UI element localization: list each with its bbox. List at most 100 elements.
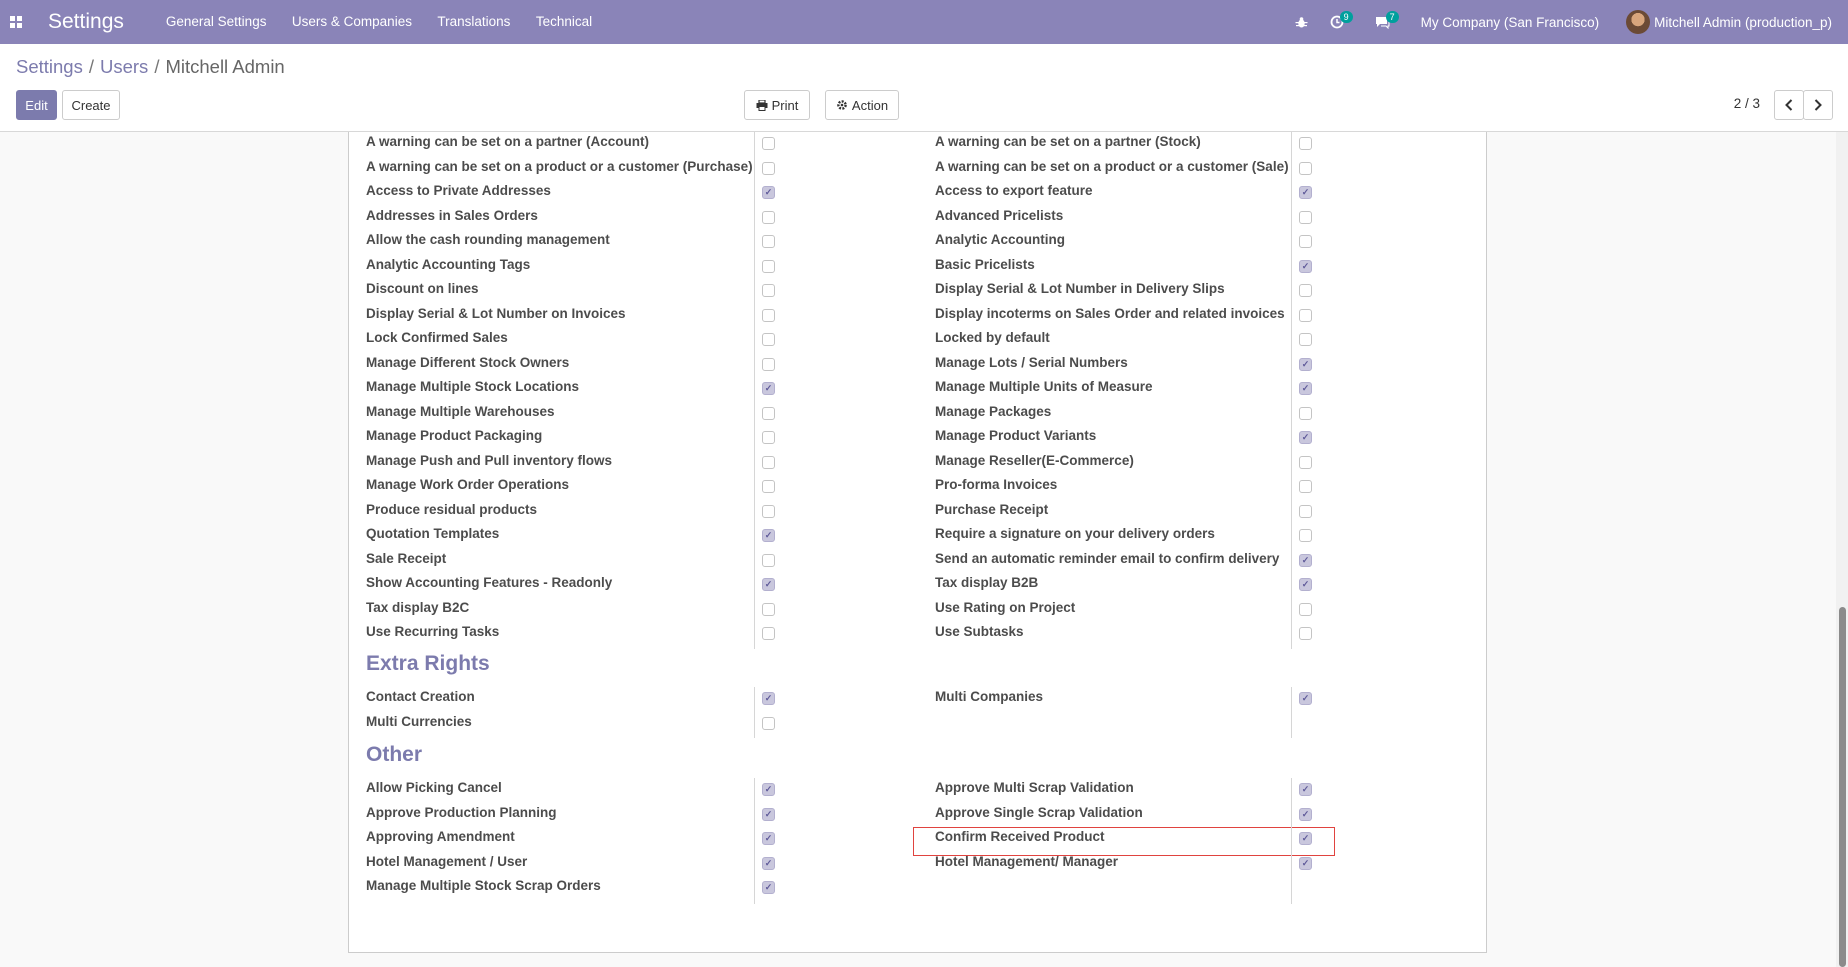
debug-bug-icon[interactable] bbox=[1295, 16, 1308, 29]
group-label: A warning can be set on a product or a c… bbox=[935, 158, 1289, 174]
group-checkbox[interactable] bbox=[762, 333, 775, 346]
group-checkbox[interactable] bbox=[762, 832, 775, 845]
group-checkbox[interactable] bbox=[1299, 210, 1312, 224]
group-checkbox[interactable] bbox=[1299, 783, 1312, 796]
group-checkbox[interactable] bbox=[762, 357, 775, 371]
group-checkbox[interactable] bbox=[1299, 856, 1312, 870]
group-label: Analytic Accounting bbox=[935, 232, 1066, 247]
page-scrollbar[interactable] bbox=[1836, 132, 1848, 967]
group-checkbox[interactable] bbox=[762, 856, 775, 870]
user-avatar[interactable] bbox=[1626, 10, 1651, 34]
group-checkbox[interactable] bbox=[762, 692, 775, 705]
action-label: Action bbox=[851, 97, 889, 113]
group-checkbox[interactable] bbox=[762, 807, 775, 821]
group-checkbox[interactable] bbox=[1299, 807, 1312, 821]
group-label: Lock Confirmed Sales bbox=[366, 330, 508, 345]
group-label: Approve Multi Scrap Validation bbox=[935, 780, 1134, 795]
group-label: Manage Multiple Stock Scrap Orders bbox=[366, 878, 601, 893]
edit-button[interactable]: Edit bbox=[16, 90, 57, 120]
group-checkbox[interactable] bbox=[1299, 832, 1312, 845]
group-checkbox[interactable] bbox=[1299, 692, 1312, 705]
pager-previous-button[interactable] bbox=[1774, 90, 1804, 120]
pager-next-button[interactable] bbox=[1803, 90, 1833, 120]
group-checkbox[interactable] bbox=[762, 627, 775, 640]
group-checkbox[interactable] bbox=[1299, 259, 1312, 273]
group-checkbox[interactable] bbox=[762, 529, 775, 542]
group-checkbox[interactable] bbox=[762, 431, 775, 444]
company-switcher[interactable]: My Company (San Francisco) bbox=[1421, 15, 1600, 30]
pager-value[interactable]: 2 / 3 bbox=[1734, 96, 1760, 111]
group-checkbox[interactable] bbox=[1299, 137, 1312, 150]
form-sheet: Extra Rights Other A warning can be set … bbox=[348, 132, 1487, 953]
group-checkbox[interactable] bbox=[762, 455, 775, 469]
group-checkbox[interactable] bbox=[1299, 480, 1312, 493]
messages-chat-icon[interactable]: 7 bbox=[1375, 11, 1399, 29]
scrollbar-thumb[interactable] bbox=[1839, 607, 1846, 967]
group-checkbox[interactable] bbox=[762, 186, 775, 199]
print-button[interactable]: Print bbox=[744, 90, 810, 120]
group-label: Contact Creation bbox=[366, 689, 475, 704]
group-checkbox[interactable] bbox=[1299, 333, 1312, 346]
menu-translations[interactable]: Translations bbox=[437, 14, 510, 29]
group-checkbox[interactable] bbox=[1299, 431, 1312, 444]
group-label: Access to export feature bbox=[935, 183, 1093, 198]
group-checkbox[interactable] bbox=[1299, 186, 1312, 199]
group-checkbox[interactable] bbox=[762, 881, 775, 894]
group-checkbox[interactable] bbox=[1299, 504, 1312, 518]
activity-clock-icon[interactable]: 9 bbox=[1330, 11, 1353, 29]
group-checkbox[interactable] bbox=[762, 382, 775, 395]
apps-menu-icon[interactable] bbox=[0, 0, 32, 44]
navbar-right: 9 7 My Company (San Francisco) Mitchell … bbox=[1295, 0, 1848, 44]
group-checkbox[interactable] bbox=[1299, 529, 1312, 542]
group-checkbox[interactable] bbox=[762, 161, 775, 175]
group-checkbox[interactable] bbox=[1299, 235, 1312, 248]
column-separator bbox=[1291, 132, 1292, 649]
group-checkbox[interactable] bbox=[762, 602, 775, 616]
group-checkbox[interactable] bbox=[762, 717, 775, 730]
user-menu[interactable]: Mitchell Admin (production_p) bbox=[1654, 15, 1832, 30]
group-checkbox[interactable] bbox=[762, 504, 775, 518]
group-checkbox[interactable] bbox=[762, 137, 775, 150]
group-checkbox[interactable] bbox=[762, 553, 775, 567]
group-checkbox[interactable] bbox=[1299, 308, 1312, 322]
action-button[interactable]: Action bbox=[825, 90, 899, 120]
group-label: Manage Lots / Serial Numbers bbox=[935, 354, 1128, 370]
group-checkbox[interactable] bbox=[1299, 602, 1312, 616]
group-checkbox[interactable] bbox=[1299, 627, 1312, 640]
group-checkbox[interactable] bbox=[762, 210, 775, 224]
create-button[interactable]: Create bbox=[62, 90, 120, 120]
group-checkbox[interactable] bbox=[762, 284, 775, 297]
group-checkbox[interactable] bbox=[762, 406, 775, 420]
breadcrumb-users[interactable]: Users bbox=[100, 56, 148, 77]
menu-technical[interactable]: Technical bbox=[536, 14, 592, 29]
group-checkbox[interactable] bbox=[762, 578, 775, 591]
chevron-left-icon bbox=[1785, 99, 1793, 111]
breadcrumb-settings[interactable]: Settings bbox=[16, 56, 83, 77]
group-checkbox[interactable] bbox=[1299, 357, 1312, 371]
group-checkbox[interactable] bbox=[762, 235, 775, 248]
group-checkbox[interactable] bbox=[762, 783, 775, 796]
group-label: Use Recurring Tasks bbox=[366, 624, 500, 639]
section-title-extra-rights: Extra Rights bbox=[366, 652, 490, 675]
group-checkbox[interactable] bbox=[1299, 284, 1312, 297]
menu-general-settings[interactable]: General Settings bbox=[166, 14, 267, 29]
group-checkbox[interactable] bbox=[1299, 455, 1312, 469]
group-checkbox[interactable] bbox=[1299, 161, 1312, 175]
group-checkbox[interactable] bbox=[762, 480, 775, 493]
group-label: Sale Receipt bbox=[366, 550, 447, 566]
group-label: Addresses in Sales Orders bbox=[366, 207, 538, 223]
app-title[interactable]: Settings bbox=[48, 10, 124, 34]
group-label: Hotel Management / User bbox=[366, 853, 528, 869]
breadcrumb: Settings / Users / Mitchell Admin bbox=[16, 56, 285, 78]
group-checkbox[interactable] bbox=[762, 259, 775, 273]
group-checkbox[interactable] bbox=[1299, 553, 1312, 567]
group-label: Display incoterms on Sales Order and rel… bbox=[935, 305, 1285, 321]
group-checkbox[interactable] bbox=[1299, 382, 1312, 395]
menu-users-companies[interactable]: Users & Companies bbox=[292, 14, 412, 29]
group-label: Allow Picking Cancel bbox=[366, 780, 502, 795]
top-navbar: Settings General Settings Users & Compan… bbox=[0, 0, 1848, 44]
group-checkbox[interactable] bbox=[1299, 578, 1312, 591]
group-checkbox[interactable] bbox=[1299, 406, 1312, 420]
group-checkbox[interactable] bbox=[762, 308, 775, 322]
group-label: Access to Private Addresses bbox=[366, 183, 551, 198]
